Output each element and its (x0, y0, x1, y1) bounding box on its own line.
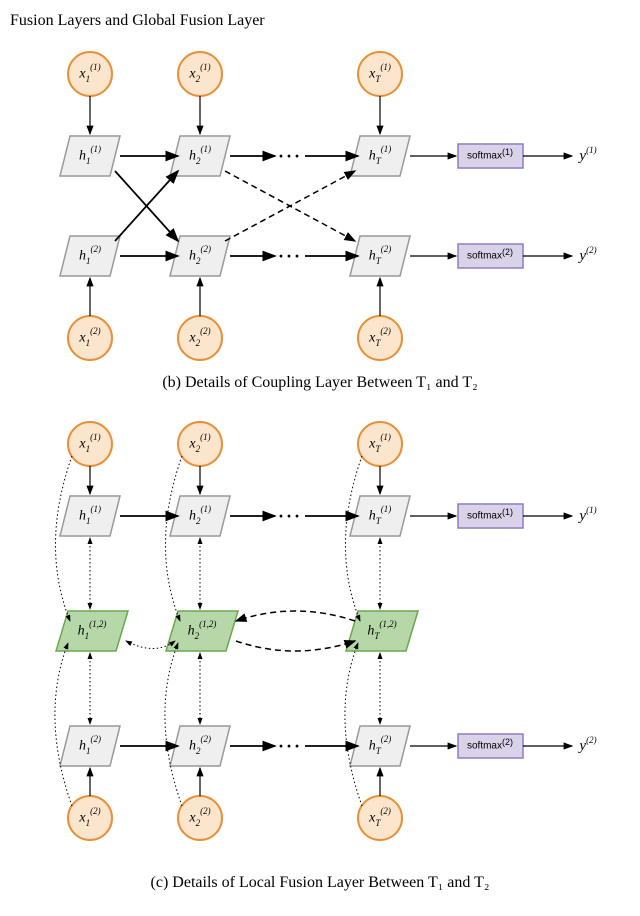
hidden-h1-2-c: h1(2) (60, 726, 120, 766)
dash-back (236, 611, 355, 621)
input-x1-1-c: x1(1) (68, 422, 112, 466)
input-xT-1-c: xT(1) (358, 422, 402, 466)
softmax-1: softmax(1) (458, 144, 523, 168)
dot-curve (55, 643, 72, 806)
dot-curve (345, 456, 362, 621)
softmax-1-c: softmax(1) (458, 504, 523, 528)
hidden-h2-2: h2(2) (170, 236, 230, 276)
output-y2: y(2) (577, 245, 596, 264)
input-x1-2-c: x1(2) (68, 796, 112, 840)
softmax-2: softmax(2) (458, 244, 523, 268)
input-xT-2-c: xT(2) (358, 796, 402, 840)
dash-fwd (236, 641, 355, 651)
input-xT-2: xT(2) (358, 316, 402, 360)
ellipsis-top-c: ··· (278, 506, 302, 526)
hidden-h2-2-c: h2(2) (170, 726, 230, 766)
hidden-hT-1-c: hT(1) (350, 496, 410, 536)
output-y2-c: y(2) (577, 735, 596, 754)
ellipsis-bottom: ··· (278, 246, 302, 266)
input-x2-1: x2(1) (178, 52, 222, 96)
caption-b: (b) Details of Coupling Layer Between T₁… (10, 374, 630, 392)
hidden-hT-1: hT(1) (350, 136, 410, 176)
dot-curve (55, 456, 72, 621)
hidden-hT-2-c: hT(2) (350, 726, 410, 766)
input-x1-2: x1(2) (68, 316, 112, 360)
diagram-b: x1(1) x2(1) xT(1) h1(1) h2(1) hT(1) h1(2… (20, 36, 620, 366)
input-x2-1-c: x2(1) (178, 422, 222, 466)
softmax-2-c: softmax(2) (458, 734, 523, 758)
input-x1-1: x1(1) (68, 52, 112, 96)
hidden-h2-1-c: h2(1) (170, 496, 230, 536)
ellipsis-top: ··· (278, 146, 302, 166)
dot-curve (345, 643, 362, 806)
input-x2-2-c: x2(2) (178, 796, 222, 840)
input-xT-1: xT(1) (358, 52, 402, 96)
output-y1-c: y(1) (577, 505, 596, 524)
input-x2-2: x2(2) (178, 316, 222, 360)
output-y1: y(1) (577, 145, 596, 164)
dot-curve (165, 456, 182, 621)
hidden-h1-1: h1(1) (60, 136, 120, 176)
hidden-h1-1-c: h1(1) (60, 496, 120, 536)
caption-c: (c) Details of Local Fusion Layer Betwee… (10, 874, 630, 892)
dot-curve (165, 643, 182, 806)
header-text: Fusion Layers and Global Fusion Layer (10, 12, 630, 30)
hidden-hT-2: hT(2) (350, 236, 410, 276)
hidden-h1-2: h1(2) (60, 236, 120, 276)
hidden-h2-1: h2(1) (170, 136, 230, 176)
diagram-c: x1(1) x2(1) xT(1) h1(1) h2(1) hT(1) h1(1… (20, 406, 620, 866)
ellipsis-bot-c: ··· (278, 736, 302, 756)
